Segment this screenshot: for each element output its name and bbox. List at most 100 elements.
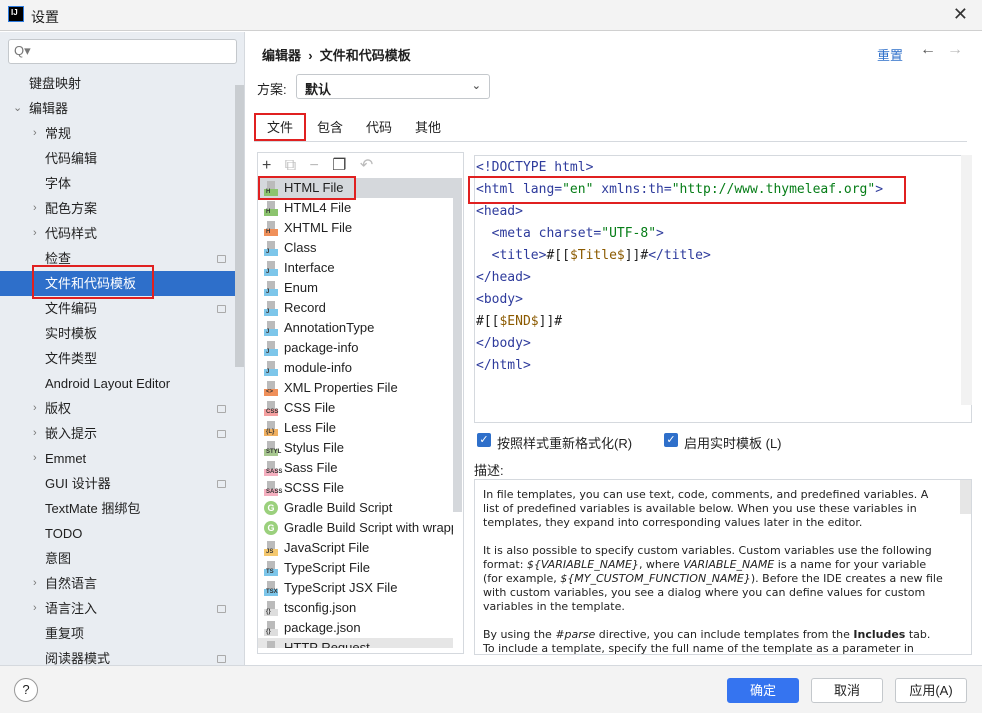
- file-template-item[interactable]: <> XML Properties File: [258, 378, 453, 398]
- chevron-down-icon[interactable]: ⌄: [13, 96, 22, 121]
- sidebar-item[interactable]: › 自然语言: [0, 571, 235, 596]
- file-template-label: Enum: [284, 280, 318, 295]
- chevron-right-icon[interactable]: ›: [33, 221, 37, 246]
- sidebar-item[interactable]: › 常规: [0, 121, 235, 146]
- sidebar-scrollbar[interactable]: [235, 85, 244, 367]
- code-token: </body>: [476, 336, 531, 351]
- apply-button[interactable]: 应用(A): [895, 678, 967, 703]
- tab-other[interactable]: 其他: [407, 115, 449, 140]
- sidebar-item-label: Android Layout Editor: [45, 376, 171, 391]
- file-template-item[interactable]: J Class: [258, 238, 453, 258]
- sidebar-item[interactable]: 键盘映射: [0, 71, 235, 96]
- file-template-label: module-info: [284, 360, 352, 375]
- sidebar-item[interactable]: 代码编辑: [0, 146, 235, 171]
- code-token: <body>: [476, 292, 523, 307]
- file-template-item[interactable]: H XHTML File: [258, 218, 453, 238]
- close-icon[interactable]: ✕: [953, 4, 968, 25]
- sidebar-item-label: 嵌入提示: [45, 426, 98, 441]
- sidebar-item[interactable]: 文件编码: [0, 296, 235, 321]
- sidebar-item[interactable]: 字体: [0, 171, 235, 196]
- file-template-item[interactable]: STYL Stylus File: [258, 438, 453, 458]
- file-template-label: XML Properties File: [284, 380, 398, 395]
- chevron-right-icon[interactable]: ›: [33, 571, 37, 596]
- file-template-item[interactable]: {} tsconfig.json: [258, 598, 453, 618]
- list-scrollbar[interactable]: [453, 178, 462, 512]
- tab-includes[interactable]: 包含: [309, 115, 351, 140]
- help-button[interactable]: ?: [14, 678, 38, 702]
- sidebar-item-label: 重复项: [45, 626, 85, 641]
- file-template-item[interactable]: SASS SCSS File: [258, 478, 453, 498]
- file-template-item[interactable]: TS TypeScript File: [258, 558, 453, 578]
- chevron-right-icon[interactable]: ›: [33, 121, 37, 146]
- code-token: ]]#: [624, 248, 649, 263]
- chevron-right-icon[interactable]: ›: [33, 421, 37, 446]
- file-template-item[interactable]: CSS CSS File: [258, 398, 453, 418]
- editor-scrollbar[interactable]: [961, 155, 972, 405]
- live-templates-checkbox[interactable]: ✓: [664, 433, 678, 447]
- chevron-right-icon[interactable]: ›: [33, 396, 37, 421]
- sidebar-item[interactable]: › 配色方案: [0, 196, 235, 221]
- search-input[interactable]: Q▾: [8, 39, 237, 64]
- sidebar-item[interactable]: ⌄ 编辑器: [0, 96, 235, 121]
- reformat-label[interactable]: 按照样式重新格式化(R): [497, 433, 632, 452]
- sidebar-item[interactable]: 重复项: [0, 621, 235, 646]
- chevron-right-icon[interactable]: ›: [33, 446, 37, 471]
- file-type-icon: {}: [264, 601, 278, 616]
- sidebar-item[interactable]: TextMate 捆绑包: [0, 496, 235, 521]
- chevron-right-icon[interactable]: ›: [33, 596, 37, 621]
- file-type-icon: SASS: [264, 481, 282, 496]
- description-scrollbar[interactable]: [960, 480, 971, 514]
- ok-button[interactable]: 确定: [727, 678, 799, 703]
- back-arrow-icon[interactable]: ←: [920, 41, 936, 59]
- file-template-item[interactable]: G Gradle Build Script with wrapper: [258, 518, 453, 538]
- sidebar-item[interactable]: › 版权: [0, 396, 235, 421]
- sidebar-item[interactable]: TODO: [0, 521, 235, 546]
- file-template-item[interactable]: Jpackage-info: [258, 338, 453, 358]
- cancel-button[interactable]: 取消: [811, 678, 883, 703]
- code-token: <head>: [476, 204, 523, 219]
- sidebar-item-label: 语言注入: [45, 601, 98, 616]
- sidebar-item[interactable]: › 语言注入: [0, 596, 235, 621]
- file-type-icon: J: [264, 321, 278, 336]
- sidebar-item[interactable]: 文件类型: [0, 346, 235, 371]
- file-template-item[interactable]: H HTML4 File: [258, 198, 453, 218]
- scheme-select[interactable]: 默认 ⌄: [296, 74, 490, 99]
- sidebar-item[interactable]: › 嵌入提示: [0, 421, 235, 446]
- sidebar-item[interactable]: › 代码样式: [0, 221, 235, 246]
- add-child-icon[interactable]: ⧉: [285, 157, 296, 174]
- file-template-item[interactable]: J Record: [258, 298, 453, 318]
- file-template-item[interactable]: {L} Less File: [258, 418, 453, 438]
- chevron-right-icon[interactable]: ›: [33, 196, 37, 221]
- file-template-item[interactable]: TSX TypeScript JSX File: [258, 578, 453, 598]
- code-token: ]]#: [538, 314, 563, 329]
- file-template-item[interactable]: J Enum: [258, 278, 453, 298]
- sidebar-item[interactable]: GUI 设计器: [0, 471, 235, 496]
- file-template-item[interactable]: J AnnotationType: [258, 318, 453, 338]
- reset-link[interactable]: 重置: [877, 45, 903, 64]
- sidebar-item[interactable]: 实时模板: [0, 321, 235, 346]
- file-type-icon: {}: [264, 621, 278, 636]
- forward-arrow-icon[interactable]: →: [947, 41, 963, 59]
- file-template-item[interactable]: G Gradle Build Script: [258, 498, 453, 518]
- remove-icon[interactable]: −: [309, 157, 318, 174]
- sidebar-item[interactable]: › Emmet: [0, 446, 235, 471]
- file-template-item[interactable]: Jmodule-info: [258, 358, 453, 378]
- add-icon[interactable]: +: [262, 157, 271, 174]
- file-template-label: AnnotationType: [284, 320, 375, 335]
- file-template-item[interactable]: JS JavaScript File: [258, 538, 453, 558]
- file-template-item[interactable]: API HTTP Request: [258, 638, 453, 648]
- sidebar-item[interactable]: Android Layout Editor: [0, 371, 235, 396]
- file-template-item[interactable]: J Interface: [258, 258, 453, 278]
- file-type-icon: J: [264, 241, 278, 256]
- file-type-icon: TSX: [264, 581, 278, 596]
- file-type-icon: J: [264, 301, 278, 316]
- copy-icon[interactable]: ❐: [332, 157, 346, 174]
- file-template-item[interactable]: SASS Sass File: [258, 458, 453, 478]
- sidebar-item[interactable]: 意图: [0, 546, 235, 571]
- live-templates-label[interactable]: 启用实时模板 (L): [684, 433, 782, 452]
- file-template-item[interactable]: {} package.json: [258, 618, 453, 638]
- reformat-checkbox[interactable]: ✓: [477, 433, 491, 447]
- file-type-icon: STYL: [264, 441, 281, 456]
- tab-code[interactable]: 代码: [358, 115, 400, 140]
- reset-icon[interactable]: ↶: [360, 157, 373, 174]
